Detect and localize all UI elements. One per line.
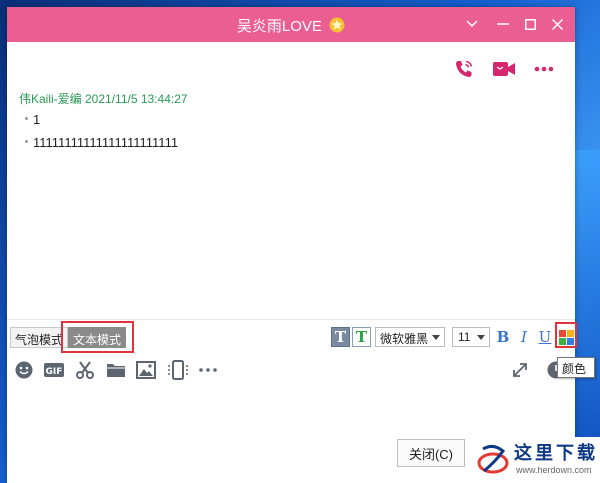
more-options-icon[interactable] <box>531 57 557 81</box>
title-bar[interactable]: 吴炎雨LOVE <box>7 7 575 42</box>
minimize-icon[interactable] <box>494 15 512 33</box>
image-icon[interactable] <box>135 359 157 381</box>
message-sender-time: 伟Kaili-爱编 2021/11/5 13:44:27 <box>19 92 188 106</box>
input-tools-row: GIF <box>7 357 575 383</box>
close-button[interactable]: 关闭(C) <box>397 439 465 467</box>
folder-icon[interactable] <box>105 359 127 381</box>
message-text: 11111111111111111111111 <box>33 135 179 150</box>
expand-icon[interactable] <box>509 359 531 381</box>
star-icon <box>329 17 345 33</box>
text-style-icon[interactable]: T <box>331 327 350 347</box>
bullet-dot <box>25 117 28 120</box>
chevron-down-icon[interactable] <box>463 15 481 33</box>
site-watermark: 这里下载 www.herdown.com <box>470 437 600 483</box>
chevron-down-icon <box>432 335 440 340</box>
message-text: 1 <box>33 112 41 127</box>
font-family-select[interactable]: 微软雅黑 <box>375 327 445 347</box>
watermark-logo-icon <box>477 444 509 474</box>
chat-window: 吴炎雨LOVE 伟Kaili-爱编 2021/11/5 13:44:27 1 1… <box>7 7 577 483</box>
font-family-value: 微软雅黑 <box>380 332 429 346</box>
gif-icon[interactable]: GIF <box>43 359 65 381</box>
maximize-icon[interactable] <box>521 15 539 33</box>
window-title: 吴炎雨LOVE <box>7 15 575 36</box>
bullet-dot <box>25 140 28 143</box>
more-icon[interactable] <box>197 359 219 381</box>
input-divider <box>7 319 575 320</box>
close-icon[interactable] <box>548 15 566 33</box>
highlight-box-text-mode <box>61 321 134 353</box>
color-tooltip: 颜色 <box>557 357 595 378</box>
bubble-mode-button[interactable]: 气泡模式 <box>10 327 69 348</box>
underline-button[interactable]: U <box>537 328 553 346</box>
watermark-text: 这里下载 <box>514 443 598 464</box>
emoji-icon[interactable] <box>13 359 35 381</box>
font-size-select[interactable]: 11 <box>452 327 490 347</box>
font-size-value: 11 <box>458 330 471 344</box>
watermark-url: www.herdown.com <box>516 465 592 475</box>
video-call-icon[interactable] <box>491 57 517 81</box>
phone-screen-icon[interactable] <box>167 359 189 381</box>
chevron-down-icon <box>477 335 485 340</box>
call-actions <box>451 57 557 81</box>
message-line[interactable]: 1 <box>25 112 40 127</box>
bold-button[interactable]: B <box>495 328 511 346</box>
message-line[interactable]: 11111111111111111111111 <box>25 135 178 150</box>
screenshot-scissors-icon[interactable] <box>74 359 96 381</box>
italic-button[interactable]: I <box>516 328 532 346</box>
contact-name: 吴炎雨LOVE <box>236 18 322 35</box>
phone-call-icon[interactable] <box>451 57 477 81</box>
text-color-style-icon[interactable]: T <box>352 327 371 347</box>
svg-text:GIF: GIF <box>46 367 63 377</box>
highlight-box-color <box>555 322 577 348</box>
